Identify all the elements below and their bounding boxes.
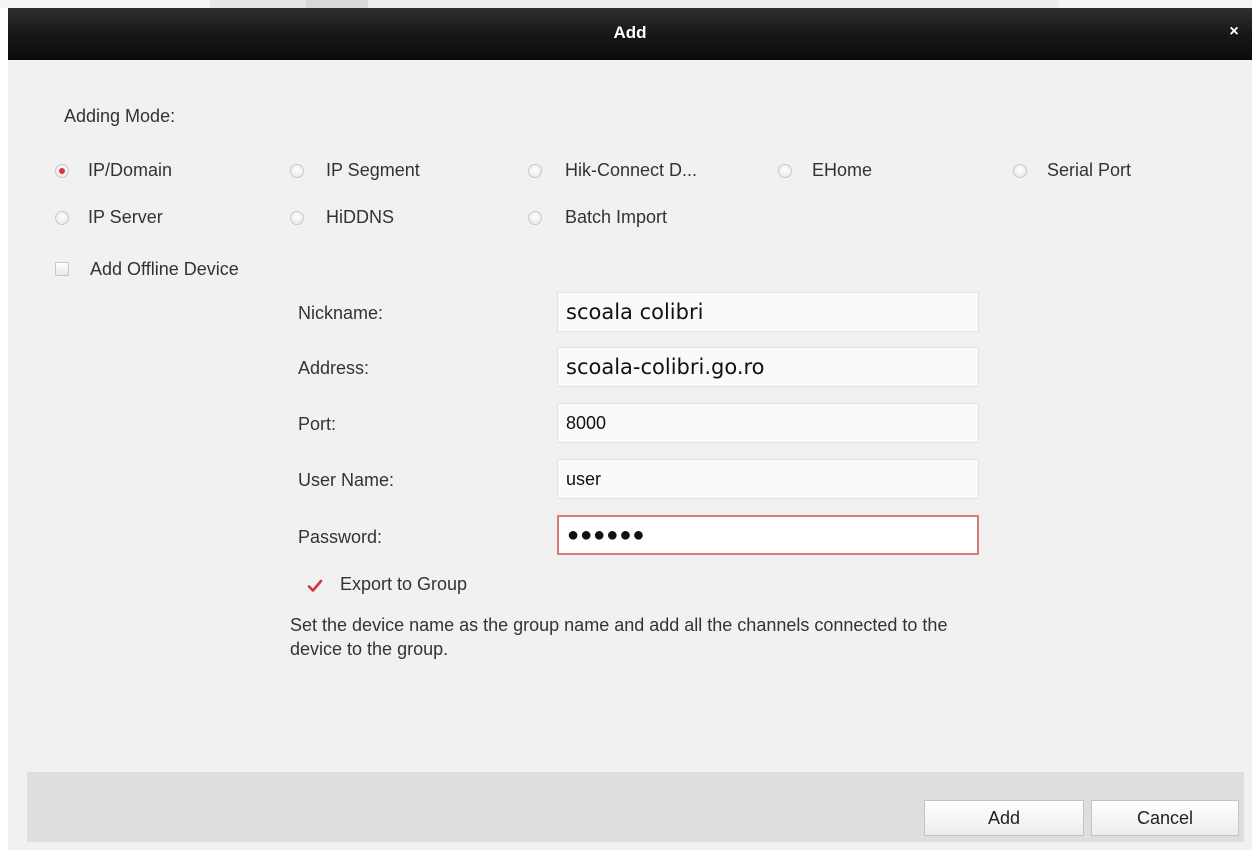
adding-mode-label: Adding Mode: — [64, 106, 176, 126]
radio-button[interactable] — [55, 211, 69, 225]
password-label: Password: — [298, 527, 383, 547]
password-field[interactable]: ●●●●●● — [557, 515, 979, 555]
username-field[interactable]: user — [557, 459, 979, 499]
port-field[interactable]: 8000 — [557, 403, 979, 443]
background-tab — [210, 0, 307, 8]
add-offline-device-checkbox[interactable] — [55, 262, 69, 276]
port-label: Port: — [298, 414, 337, 434]
radio-button[interactable] — [290, 164, 304, 178]
radio-button[interactable] — [55, 164, 69, 178]
nickname-field[interactable]: scoala colibri — [557, 292, 979, 332]
background-tab — [306, 0, 368, 8]
background-window-strip — [0, 0, 1252, 8]
close-icon[interactable]: × — [1224, 21, 1244, 43]
radio-button[interactable] — [778, 164, 792, 178]
radio-label: Hik-Connect D... — [565, 160, 698, 180]
dialog-title: Add — [613, 23, 647, 42]
radio-button[interactable] — [528, 164, 542, 178]
export-to-group-label: Export to Group — [340, 574, 468, 594]
add-offline-device-label: Add Offline Device — [90, 259, 239, 279]
export-group-description: Set the device name as the group name an… — [290, 615, 948, 659]
radio-label: Serial Port — [1047, 160, 1132, 180]
checkmark-icon[interactable] — [307, 578, 323, 594]
address-label: Address: — [298, 358, 370, 378]
radio-button[interactable] — [1013, 164, 1027, 178]
radio-label: IP Server — [88, 207, 163, 227]
radio-label: IP/Domain — [88, 160, 173, 180]
add-button[interactable]: Add — [924, 800, 1084, 836]
address-field[interactable]: scoala-colibri.go.ro — [557, 347, 979, 387]
radio-label: EHome — [812, 160, 873, 180]
background-bar — [368, 0, 1058, 8]
radio-label: HiDDNS — [326, 207, 395, 227]
cancel-button[interactable]: Cancel — [1091, 800, 1239, 836]
radio-button[interactable] — [528, 211, 542, 225]
radio-label: IP Segment — [326, 160, 420, 180]
nickname-label: Nickname: — [298, 303, 384, 323]
radio-button[interactable] — [290, 211, 304, 225]
username-label: User Name: — [298, 470, 395, 490]
radio-label: Batch Import — [565, 207, 668, 227]
